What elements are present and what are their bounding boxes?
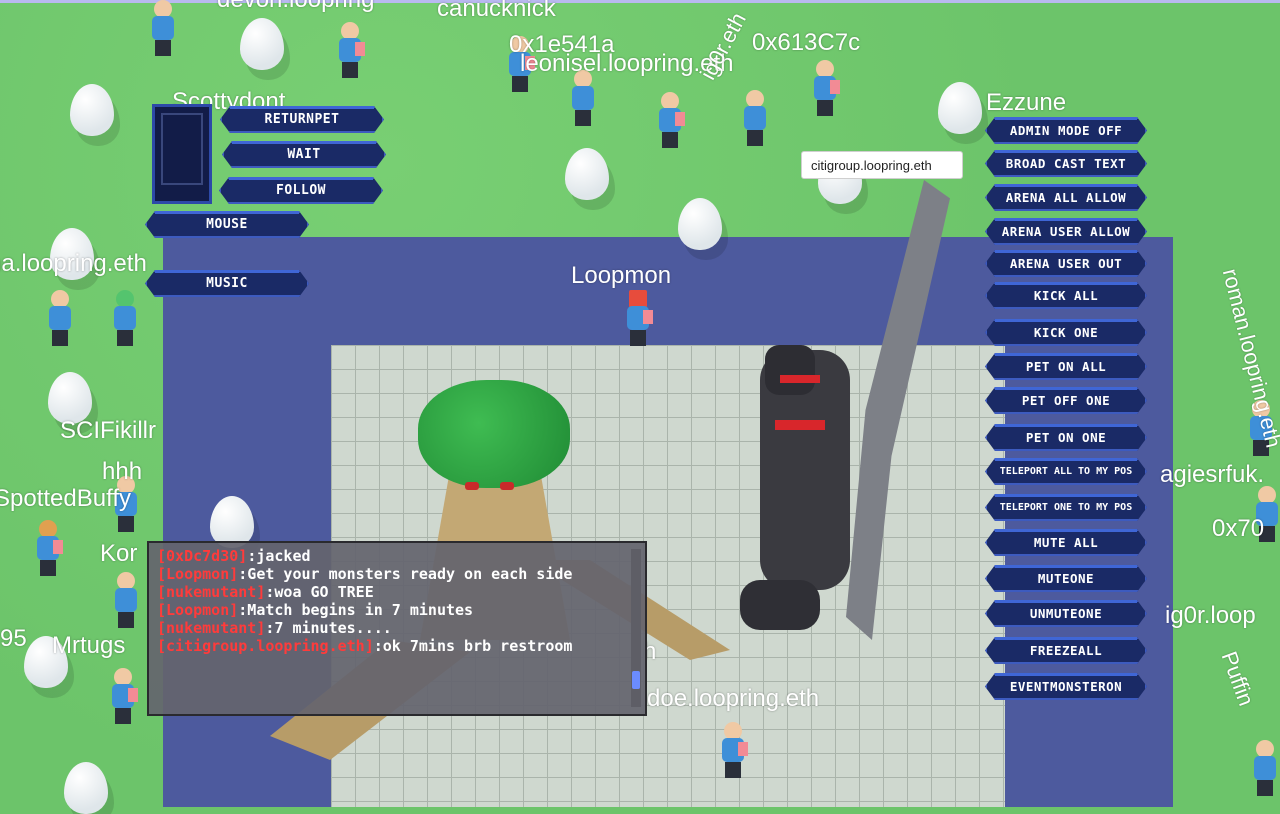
- chat-scroll-thumb[interactable]: [632, 671, 640, 689]
- chat-line: [nukemutant]:woa GO TREE: [157, 583, 374, 601]
- player-avatar[interactable]: [657, 92, 685, 150]
- player-avatar[interactable]: [113, 572, 139, 630]
- event-monster-on-button[interactable]: EVENTMONSTERON: [985, 673, 1147, 700]
- chat-line: [Loopmon]:Match begins in 7 minutes: [157, 601, 474, 619]
- player-name: 95: [0, 625, 27, 652]
- player-name: Mrtugs: [52, 632, 126, 659]
- pet-portrait[interactable]: [152, 104, 212, 204]
- player-tooltip: citigroup.loopring.eth: [801, 151, 963, 179]
- player-name: Ezzune: [986, 89, 1067, 116]
- pet-off-one-button[interactable]: PET OFF ONE: [985, 387, 1147, 414]
- wait-button[interactable]: WAIT: [222, 141, 386, 168]
- returnpet-button[interactable]: RETURNPET: [220, 106, 384, 133]
- broadcast-text-button[interactable]: BROAD CAST TEXT: [985, 150, 1147, 177]
- player-name: Kor: [100, 540, 138, 567]
- dragon-monster[interactable]: [720, 180, 960, 660]
- player-name: 0x613C7c: [752, 29, 861, 56]
- arena-user-out-button[interactable]: ARENA USER OUT: [985, 250, 1147, 277]
- chat-panel[interactable]: [0xDc7d30]:jacked [Loopmon]:Get your mon…: [147, 541, 647, 716]
- player-avatar[interactable]: [720, 722, 748, 780]
- player-name: doe.loopring.eth: [647, 685, 820, 712]
- player-name: canucknick: [437, 0, 556, 22]
- kick-all-button[interactable]: KICK ALL: [985, 282, 1147, 309]
- player-name: devon.loopring: [217, 0, 374, 14]
- teleport-one-button[interactable]: TELEPORT ONE TO MY POS: [985, 494, 1147, 521]
- chat-log: [0xDc7d30]:jacked [Loopmon]:Get your mon…: [157, 547, 627, 704]
- player-avatar[interactable]: [47, 290, 73, 348]
- kick-one-button[interactable]: KICK ONE: [985, 319, 1147, 346]
- player-name: SCIFikillr: [60, 417, 156, 444]
- player-avatar[interactable]: [112, 290, 138, 348]
- mute-one-button[interactable]: MUTEONE: [985, 565, 1147, 592]
- arena-all-allow-button[interactable]: ARENA ALL ALLOW: [985, 184, 1147, 211]
- chat-line: [Loopmon]:Get your monsters ready on eac…: [157, 565, 573, 583]
- player-avatar[interactable]: [742, 90, 768, 148]
- follow-button[interactable]: FOLLOW: [219, 177, 383, 204]
- player-name: Loopmon: [571, 262, 672, 289]
- player-avatar[interactable]: [1252, 740, 1278, 798]
- unmute-one-button[interactable]: UNMUTEONE: [985, 600, 1147, 627]
- arena-user-allow-button[interactable]: ARENA USER ALLOW: [985, 218, 1147, 245]
- admin-mode-button[interactable]: ADMIN MODE OFF: [985, 117, 1147, 144]
- pet-on-all-button[interactable]: PET ON ALL: [985, 353, 1147, 380]
- player-name: ig0r.loop: [1165, 602, 1256, 629]
- pet-on-one-button[interactable]: PET ON ONE: [985, 424, 1147, 451]
- chat-line: [citigroup.loopring.eth]:ok 7mins brb re…: [157, 637, 573, 655]
- player-avatar[interactable]: [35, 520, 63, 578]
- player-avatar[interactable]: [150, 0, 176, 58]
- player-avatar[interactable]: [812, 60, 840, 118]
- mouse-button[interactable]: MOUSE: [145, 211, 309, 238]
- player-name: 0x70: [1212, 515, 1265, 542]
- freeze-all-button[interactable]: FREEZEALL: [985, 637, 1147, 664]
- player-avatar[interactable]: [337, 22, 365, 80]
- teleport-all-button[interactable]: TELEPORT ALL TO MY POS: [985, 458, 1147, 485]
- chat-line: [0xDc7d30]:jacked: [157, 547, 311, 565]
- top-edge: [0, 0, 1280, 3]
- player-name: na.loopring.eth: [0, 250, 147, 277]
- music-button[interactable]: MUSIC: [145, 270, 309, 297]
- player-name: SpottedBuffy: [0, 485, 131, 512]
- player-avatar[interactable]: [110, 668, 138, 726]
- player-avatar[interactable]: [625, 290, 653, 348]
- chat-line: [nukemutant]:7 minutes....: [157, 619, 392, 637]
- player-name: hhh: [102, 458, 143, 485]
- player-name: agiesrfuk.: [1160, 461, 1265, 488]
- player-avatar[interactable]: [570, 70, 596, 128]
- mute-all-button[interactable]: MUTE ALL: [985, 529, 1147, 556]
